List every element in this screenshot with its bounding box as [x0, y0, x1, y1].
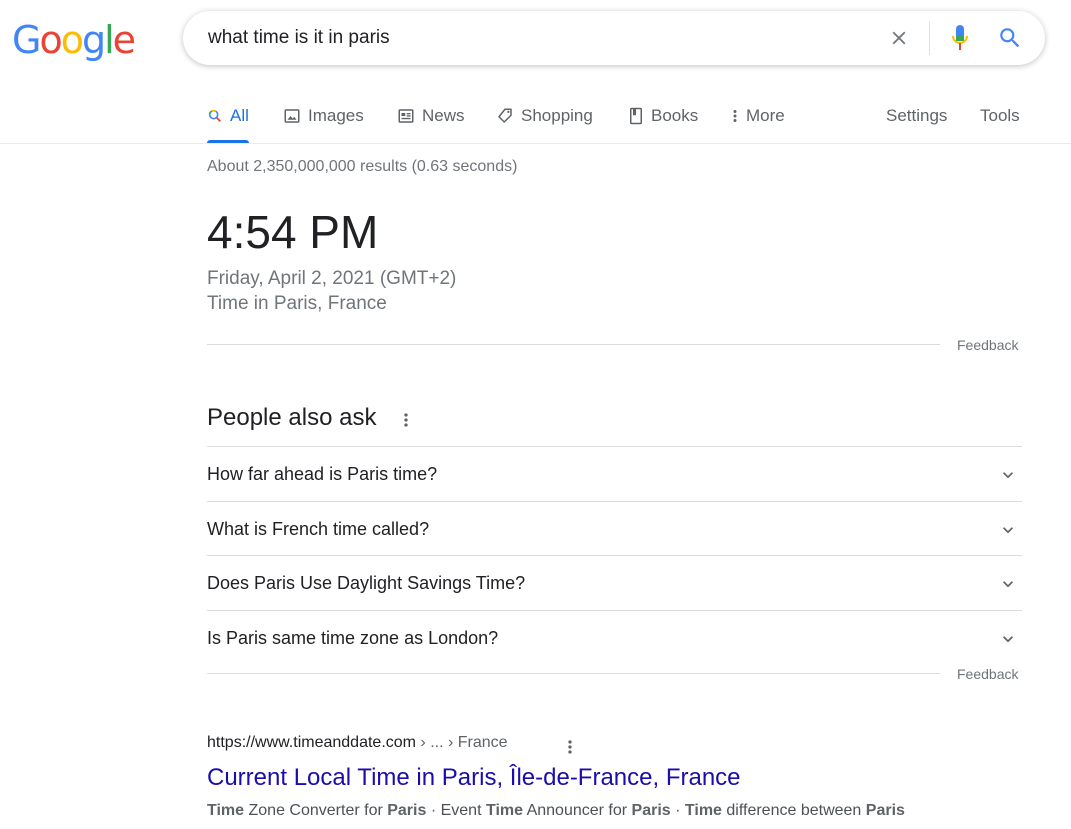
tab-all[interactable]: All: [207, 88, 249, 143]
paa-question[interactable]: Is Paris same time zone as London?: [207, 610, 1022, 665]
snippet-fragment: Paris: [865, 802, 905, 819]
tab-shopping[interactable]: Shopping: [496, 88, 593, 143]
divider: [207, 344, 940, 345]
result-domain: https://www.timeanddate.com: [207, 734, 416, 751]
settings-link[interactable]: Settings: [886, 88, 947, 143]
search-input[interactable]: what time is it in paris: [208, 11, 390, 65]
news-icon: [397, 107, 415, 125]
snippet-fragment: Paris: [631, 802, 671, 819]
result-url[interactable]: https://www.timeanddate.com › ... › Fran…: [207, 734, 508, 752]
logo-letter: G: [12, 18, 41, 62]
tab-label: Shopping: [521, 105, 593, 125]
close-icon[interactable]: [888, 27, 910, 49]
people-also-ask-title: People also ask: [207, 404, 377, 431]
search-divider: [929, 21, 930, 55]
time-location: Time in Paris, France: [207, 293, 387, 314]
current-time: 4:54 PM: [207, 206, 379, 258]
search-box[interactable]: what time is it in paris: [183, 11, 1045, 65]
tab-label: Images: [308, 105, 364, 125]
google-logo[interactable]: Google: [12, 16, 136, 64]
chevron-down-icon: [1003, 472, 1013, 479]
microphone-icon[interactable]: [950, 24, 970, 52]
chevron-down-icon: [1003, 636, 1013, 643]
feedback-link[interactable]: Feedback: [957, 666, 1018, 682]
snippet-fragment: Time: [207, 802, 245, 819]
tab-label: All: [230, 105, 249, 125]
tools-link[interactable]: Tools: [980, 88, 1020, 143]
snippet-fragment: ·: [670, 802, 685, 819]
snippet-fragment: · Event: [426, 802, 486, 819]
search-tabs: All Images News Shopping Books More Sett…: [0, 88, 1071, 144]
logo-letter: l: [104, 18, 114, 62]
search-icon[interactable]: [997, 25, 1023, 51]
chevron-down-icon: [1003, 527, 1013, 534]
snippet-fragment: Time: [485, 802, 524, 819]
more-vert-icon: [731, 107, 739, 125]
tab-label: More: [746, 105, 785, 125]
more-vert-icon[interactable]: [400, 410, 412, 430]
paa-question[interactable]: What is French time called?: [207, 501, 1022, 556]
tab-more[interactable]: More: [731, 88, 785, 143]
current-date: Friday, April 2, 2021 (GMT+2): [207, 268, 457, 289]
search-icon: [207, 108, 223, 124]
paa-question[interactable]: Does Paris Use Daylight Savings Time?: [207, 555, 1022, 610]
tab-news[interactable]: News: [397, 88, 465, 143]
results-count: About 2,350,000,000 results (0.63 second…: [207, 158, 518, 175]
paa-question-text: How far ahead is Paris time?: [207, 464, 438, 484]
divider: [207, 673, 940, 674]
logo-letter: o: [60, 18, 84, 62]
snippet-fragment: Announcer for: [523, 802, 632, 819]
paa-question[interactable]: How far ahead is Paris time?: [207, 446, 1022, 501]
logo-letter: g: [81, 18, 106, 62]
tab-label: News: [422, 105, 465, 125]
logo-letter: e: [112, 18, 136, 62]
feedback-link[interactable]: Feedback: [957, 337, 1018, 353]
tag-icon: [496, 107, 514, 125]
tab-label: Books: [651, 105, 699, 125]
image-icon: [283, 107, 301, 125]
result-snippet: Time Zone Converter for Paris · Event Ti…: [207, 802, 905, 820]
snippet-fragment: Zone Converter for: [244, 802, 388, 819]
tab-books[interactable]: Books: [628, 88, 698, 143]
snippet-fragment: difference between: [721, 802, 866, 819]
chevron-down-icon: [1003, 581, 1013, 588]
snippet-fragment: Paris: [387, 802, 427, 819]
tab-images[interactable]: Images: [283, 88, 364, 143]
paa-question-text: Is Paris same time zone as London?: [207, 628, 499, 648]
paa-question-text: What is French time called?: [207, 519, 430, 539]
snippet-fragment: Time: [684, 802, 722, 819]
result-breadcrumb: › ... › France: [415, 734, 508, 751]
paa-question-text: Does Paris Use Daylight Savings Time?: [207, 573, 526, 593]
book-icon: [628, 107, 644, 125]
result-title-link[interactable]: Current Local Time in Paris, Île-de-Fran…: [207, 764, 741, 792]
logo-letter: o: [39, 18, 62, 62]
more-vert-icon[interactable]: [564, 737, 576, 757]
